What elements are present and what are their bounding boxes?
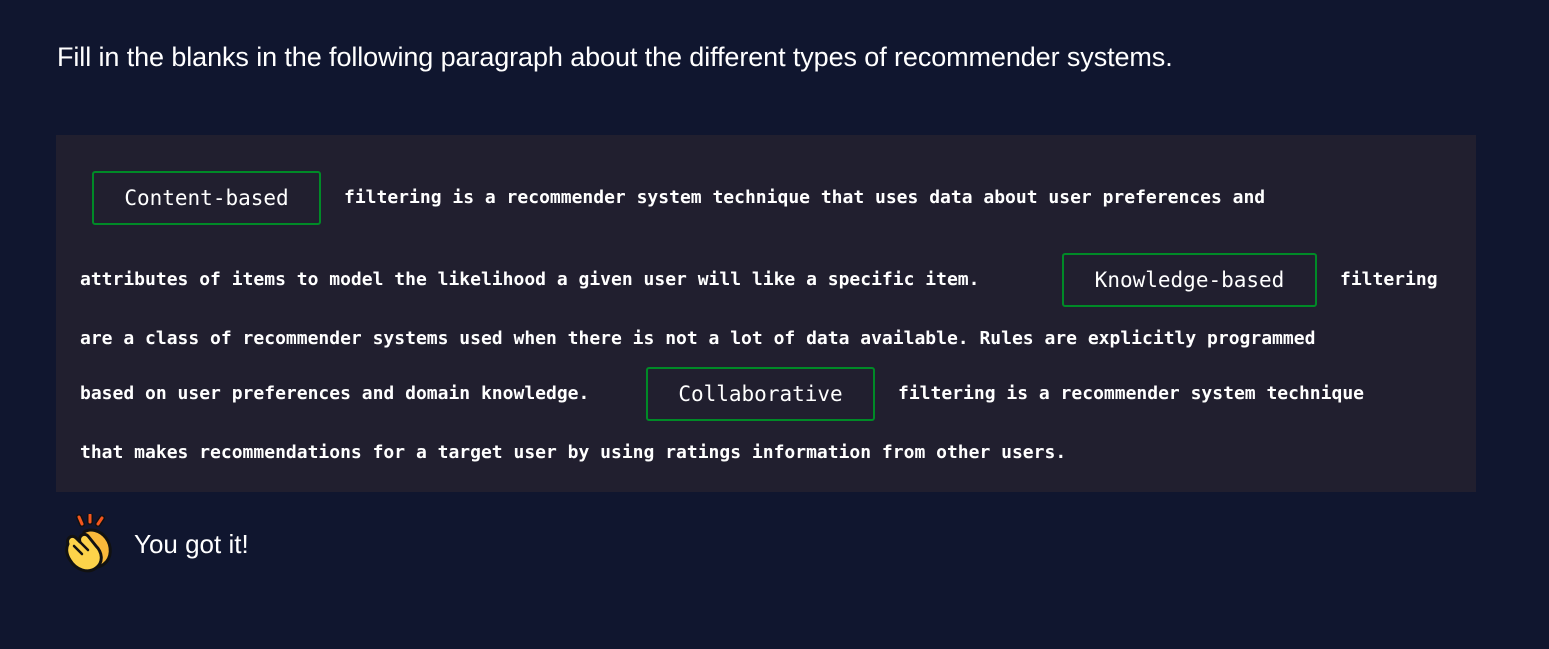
paragraph-line-4: based on user preferences and domain kno…: [80, 383, 590, 404]
instructions-heading: Fill in the blanks in the following para…: [57, 42, 1173, 72]
paragraph-line-3: are a class of recommender systems used …: [80, 328, 1316, 349]
blank-content-based[interactable]: Content-based: [92, 171, 321, 225]
clapping-hands-icon: [65, 514, 112, 573]
paragraph-line-1: filtering is a recommender system techni…: [344, 187, 1266, 208]
fill-in-blank-paragraph: Content-based filtering is a recommender…: [56, 135, 1476, 492]
blank-knowledge-based[interactable]: Knowledge-based: [1062, 253, 1317, 307]
paragraph-line-4-end: filtering is a recommender system techni…: [898, 383, 1364, 404]
feedback-message: You got it!: [134, 528, 249, 559]
paragraph-line-2-end: filtering: [1340, 269, 1438, 290]
paragraph-line-2: attributes of items to model the likelih…: [80, 269, 980, 290]
paragraph-line-5: that makes recommendations for a target …: [80, 442, 1067, 463]
success-feedback: You got it!: [60, 514, 249, 574]
blank-collaborative[interactable]: Collaborative: [646, 367, 875, 421]
